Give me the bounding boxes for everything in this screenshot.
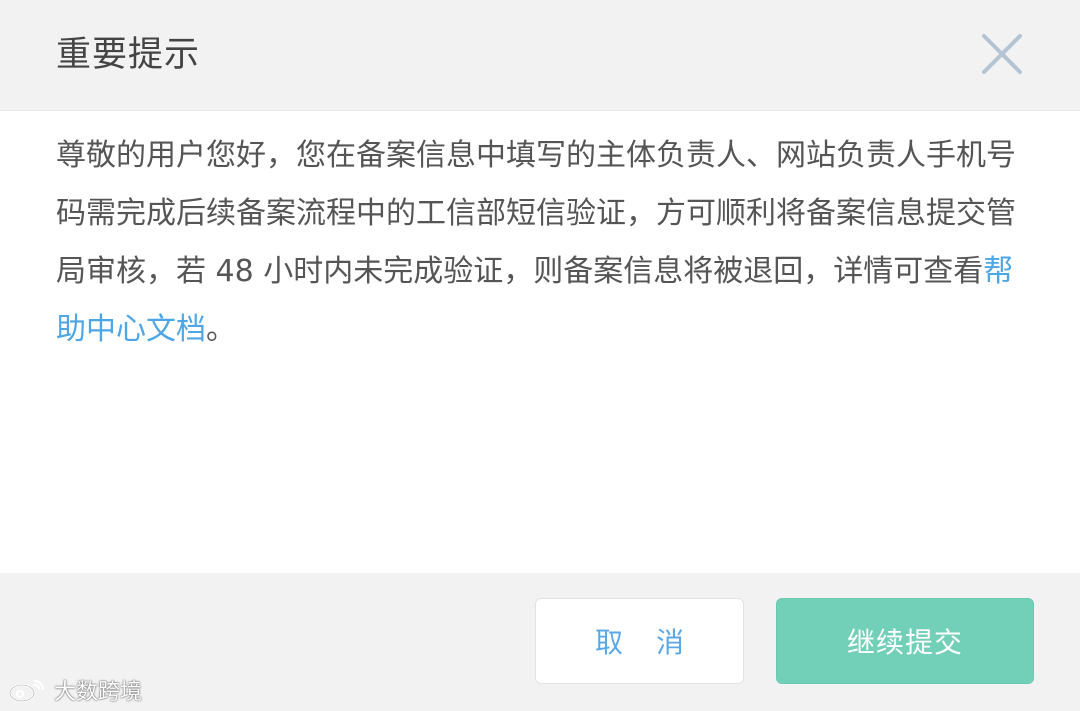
dialog: 重要提示 尊敬的用户您好，您在备案信息中填写的主体负责人、网站负责人手机号码需完… — [0, 0, 1080, 711]
watermark: 大数跨境 — [8, 674, 142, 706]
close-button[interactable] — [978, 30, 1026, 78]
close-icon — [982, 34, 1022, 74]
dialog-title: 重要提示 — [56, 35, 201, 75]
watermark-text: 大数跨境 — [54, 680, 143, 705]
weibo-logo-icon — [8, 679, 45, 703]
message-text-end: 。 — [206, 312, 236, 347]
dialog-header: 重要提示 — [0, 0, 1080, 111]
message-text: 尊敬的用户您好，您在备案信息中填写的主体负责人、网站负责人手机号码需完成后续备案… — [56, 138, 1016, 289]
dialog-footer: 取 消 继续提交 — [0, 573, 1080, 711]
continue-submit-button[interactable]: 继续提交 — [776, 598, 1034, 684]
cancel-button[interactable]: 取 消 — [535, 598, 744, 684]
dialog-message: 尊敬的用户您好，您在备案信息中填写的主体负责人、网站负责人手机号码需完成后续备案… — [56, 127, 1024, 359]
